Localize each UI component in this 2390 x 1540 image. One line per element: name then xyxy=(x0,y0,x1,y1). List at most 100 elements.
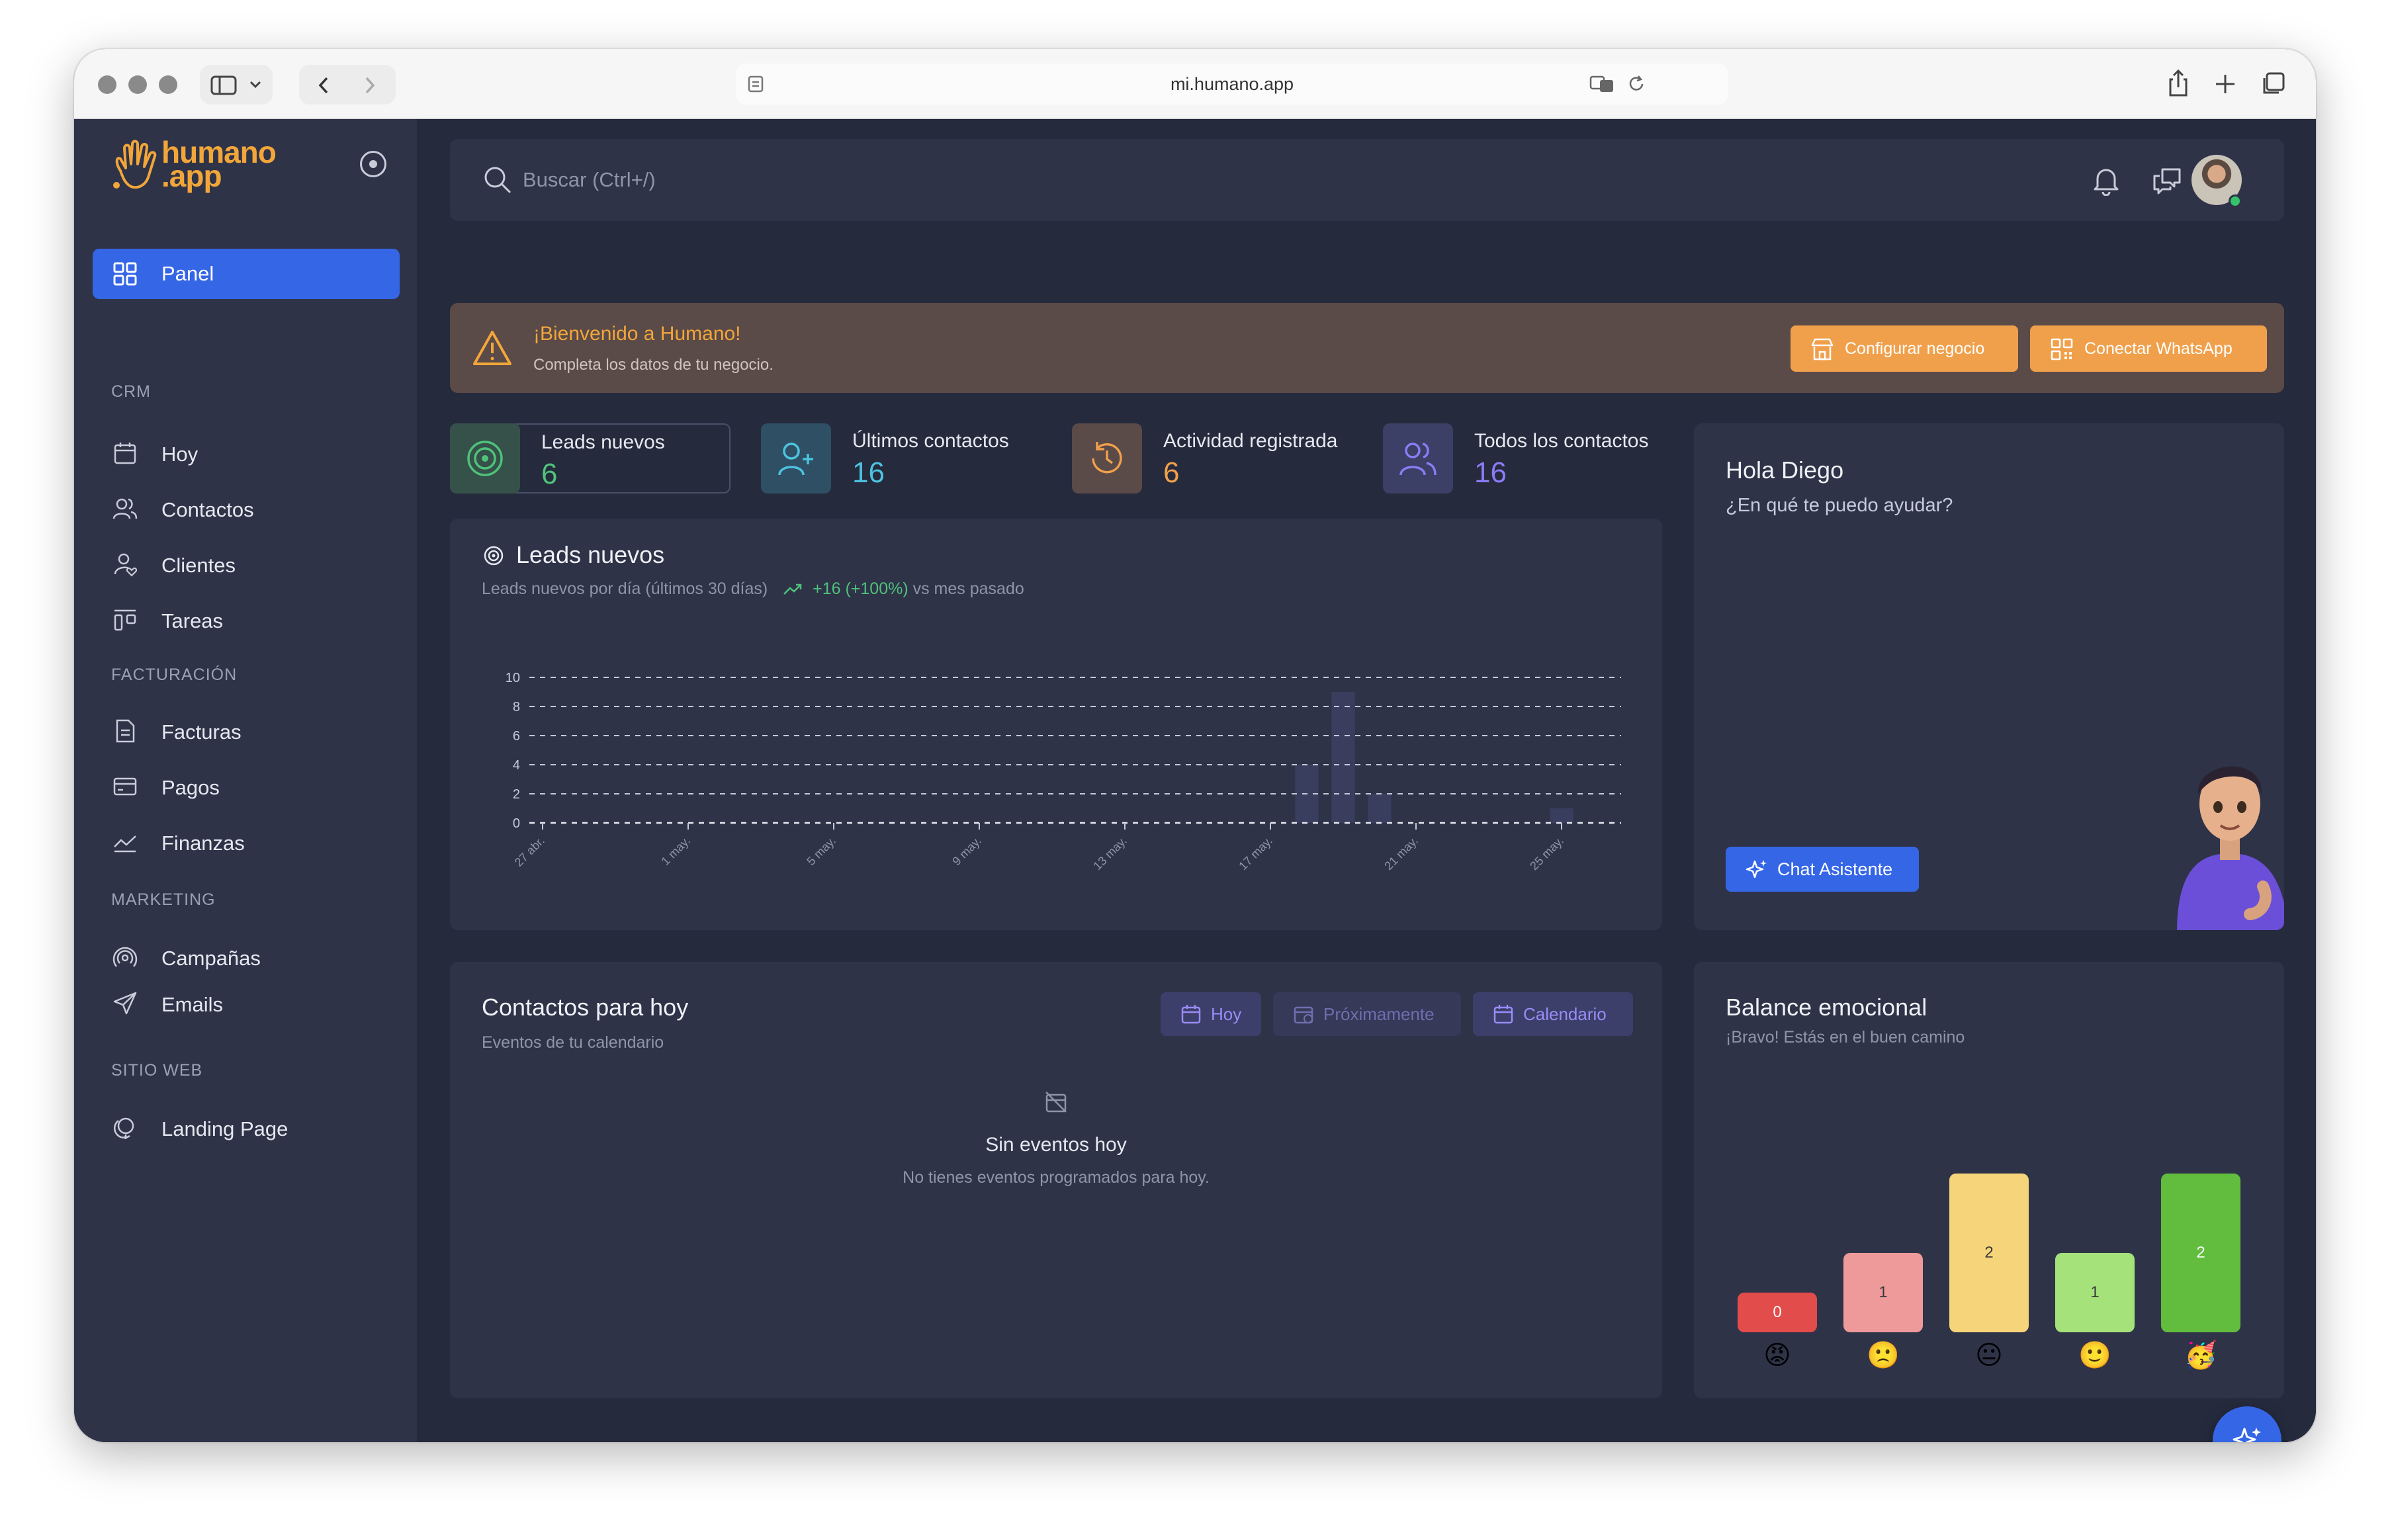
sidebar-item-landing-page[interactable]: Landing Page xyxy=(93,1105,400,1151)
stat-icon-box xyxy=(450,423,520,493)
y-tick-label: 10 xyxy=(506,671,520,685)
connect-whatsapp-label: Conectar WhatsApp xyxy=(2084,339,2233,358)
emotion-bar[interactable]: 0 xyxy=(1738,1293,1817,1332)
emotion-bar[interactable]: 2 xyxy=(2161,1174,2240,1332)
calendar-off-icon xyxy=(1045,1091,1067,1113)
stat-icon-box xyxy=(761,423,831,493)
calendar-icon xyxy=(1493,1005,1513,1024)
sidebar-item-label: Finanzas xyxy=(161,832,245,855)
address-bar[interactable]: mi.humano.app xyxy=(736,64,1728,105)
assistant-title: Hola Diego xyxy=(1726,456,1844,484)
top-bar xyxy=(450,139,2284,221)
target-icon xyxy=(467,441,503,476)
emotion-bar[interactable]: 2 xyxy=(1949,1174,2029,1332)
sidebar-item-panel[interactable]: Panel xyxy=(93,249,400,299)
assistant-avatar-illustration xyxy=(2177,766,2284,930)
new-tab-icon[interactable] xyxy=(2214,73,2236,95)
filter-chip-proximamente[interactable]: Próximamente xyxy=(1273,992,1461,1036)
store-icon xyxy=(1811,338,1834,361)
stat-value: 16 xyxy=(1474,456,1507,489)
stat-ultimos-contactos[interactable]: Últimos contactos 16 xyxy=(761,423,1039,493)
users-icon xyxy=(1399,443,1437,476)
search-icon xyxy=(484,167,511,194)
filter-chip-calendario[interactable]: Calendario xyxy=(1473,992,1633,1036)
translate-icon[interactable] xyxy=(1589,74,1616,94)
sidebar-item-facturas[interactable]: Facturas xyxy=(93,708,400,754)
browser-toolbar: mi.humano.app xyxy=(74,49,2316,119)
sidebar-item-label: Hoy xyxy=(161,443,199,466)
url-text: mi.humano.app xyxy=(1170,74,1294,94)
tab-overview-icon[interactable] xyxy=(2260,71,2285,97)
stat-actividad-registrada[interactable]: Actividad registrada 6 xyxy=(1072,423,1363,493)
sidebar-item-clientes[interactable]: Clientes xyxy=(93,541,400,587)
x-tick-label: 9 may. xyxy=(950,834,983,868)
sidebar-item-label: Emails xyxy=(161,993,224,1016)
leads-card-subtitle: Leads nuevos por día (últimos 30 días) +… xyxy=(482,579,1024,598)
sidebar-item-label: Landing Page xyxy=(161,1117,288,1140)
filter-chip-hoy[interactable]: Hoy xyxy=(1161,992,1261,1036)
stat-label: Todos los contactos xyxy=(1474,430,1649,452)
send-icon xyxy=(113,992,137,1015)
window-close-button[interactable] xyxy=(98,75,116,94)
share-icon[interactable] xyxy=(2166,69,2190,98)
window-minimize-button[interactable] xyxy=(128,75,147,94)
tasks-icon xyxy=(114,609,136,631)
contacts-card-subtitle: Eventos de tu calendario xyxy=(482,1033,664,1052)
search-input[interactable] xyxy=(523,163,1449,197)
leads-bar[interactable] xyxy=(1368,794,1392,823)
sparkles-icon xyxy=(1746,860,1767,878)
chat-assistant-label: Chat Asistente xyxy=(1777,859,1893,879)
humano-hand-logo-icon xyxy=(113,140,157,189)
leads-bar[interactable] xyxy=(1331,692,1355,823)
chat-assistant-button[interactable]: Chat Asistente xyxy=(1726,847,1919,892)
grid-icon xyxy=(113,262,137,286)
sidebar-item-tareas[interactable]: Tareas xyxy=(93,597,400,643)
bell-icon[interactable] xyxy=(2091,165,2121,196)
connect-whatsapp-button[interactable]: Conectar WhatsApp xyxy=(2030,325,2267,372)
window-zoom-button[interactable] xyxy=(159,75,177,94)
sidebar-collapse-button[interactable] xyxy=(360,151,386,177)
stat-label: Actividad registrada xyxy=(1163,430,1338,452)
stat-leads-nuevos[interactable]: Leads nuevos 6 xyxy=(450,423,730,493)
stat-todos-los-contactos[interactable]: Todos los contactos 16 xyxy=(1383,423,1667,493)
forward-arrow-icon[interactable] xyxy=(360,75,378,95)
sidebar-item-campanas[interactable]: Campañas xyxy=(93,934,400,980)
sidebar-item-emails[interactable]: Emails xyxy=(93,980,400,1027)
globe-icon xyxy=(114,1117,134,1139)
x-tick-label: 21 may. xyxy=(1382,834,1420,873)
warning-icon xyxy=(473,331,511,365)
stat-icon-box xyxy=(1072,423,1142,493)
emotion-bar-value: 2 xyxy=(1984,1244,1994,1262)
back-arrow-icon[interactable] xyxy=(315,75,333,95)
credit-card-icon xyxy=(113,777,137,796)
leads-bar[interactable] xyxy=(1550,808,1573,823)
invoice-icon xyxy=(116,719,135,743)
calendar-clock-icon xyxy=(1294,1006,1313,1024)
sidebar-item-pagos[interactable]: Pagos xyxy=(93,763,400,810)
emotion-bar[interactable]: 1 xyxy=(1843,1253,1923,1332)
configure-business-button[interactable]: Configurar negocio xyxy=(1791,325,2018,372)
ai-assistant-fab[interactable] xyxy=(2213,1406,2281,1442)
emotion-bar-value: 0 xyxy=(1773,1303,1782,1321)
sidebar-item-label: Facturas xyxy=(161,720,242,744)
chat-bubbles-icon[interactable] xyxy=(2152,165,2182,196)
qr-code-icon xyxy=(2051,338,2073,361)
emotion-bar[interactable]: 1 xyxy=(2055,1253,2135,1332)
chip-label: Calendario xyxy=(1523,1004,1607,1024)
sidebar-item-finanzas[interactable]: Finanzas xyxy=(93,819,400,865)
sidebar-item-contactos[interactable]: Contactos xyxy=(93,486,400,532)
leads-card-title: Leads nuevos xyxy=(516,541,665,568)
emotion-emoji: 🙂 xyxy=(2078,1341,2111,1370)
leads-trend-suffix: vs mes pasado xyxy=(912,579,1024,598)
sidebar-item-hoy[interactable]: Hoy xyxy=(93,430,400,476)
stat-icon-box xyxy=(1383,423,1453,493)
empty-state-subtitle: No tienes eventos programados para hoy. xyxy=(903,1168,1210,1187)
sidebar-toggle-button[interactable] xyxy=(200,65,273,105)
contacts-today-card: Contactos para hoy Eventos de tu calenda… xyxy=(450,962,1662,1398)
calendar-icon xyxy=(1181,1005,1201,1024)
reload-icon[interactable] xyxy=(1626,74,1646,94)
sidebar-item-label: Pagos xyxy=(161,776,220,799)
trending-up-icon xyxy=(783,584,802,595)
x-tick-label: 1 may. xyxy=(658,834,692,868)
stat-value: 16 xyxy=(852,456,885,489)
